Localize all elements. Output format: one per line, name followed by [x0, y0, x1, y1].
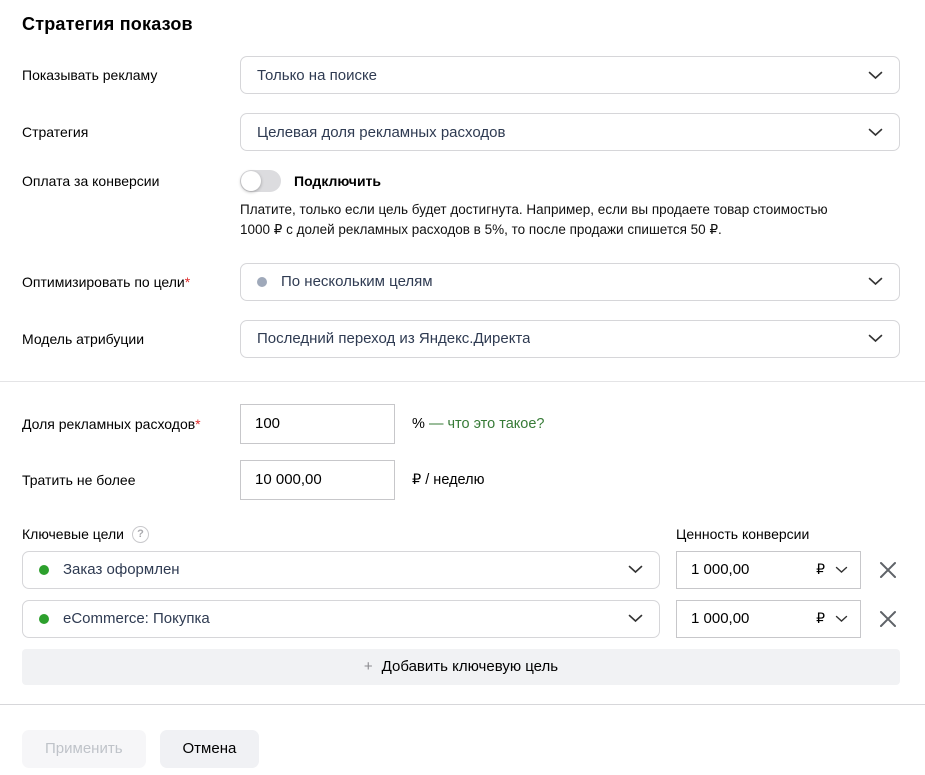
goal-select-2[interactable]: eCommerce: Покупка — [22, 600, 660, 638]
key-goals-label: Ключевые цели — [22, 526, 124, 542]
cost-share-unit: % — что это такое? — [412, 416, 544, 432]
pay-per-conversion-toggle[interactable] — [240, 170, 281, 192]
goal-value-field-1[interactable]: 1 000,00 ₽ — [676, 551, 861, 589]
weekly-limit-input[interactable] — [240, 460, 395, 500]
cancel-button[interactable]: Отмена — [160, 730, 260, 768]
pay-per-conversion-label: Оплата за конверсии — [22, 170, 240, 189]
show-ads-label: Показывать рекламу — [22, 67, 240, 83]
goal-name: Заказ оформлен — [63, 561, 180, 578]
weekly-limit-unit: ₽ / неделю — [412, 472, 484, 488]
show-ads-select[interactable]: Только на поиске — [240, 56, 900, 94]
attribution-label: Модель атрибуции — [22, 331, 240, 347]
apply-button[interactable]: Применить — [22, 730, 146, 768]
chevron-down-icon — [868, 277, 883, 286]
remove-goal-button[interactable] — [876, 606, 900, 632]
chevron-down-icon — [868, 128, 883, 137]
strategy-parameters-panel: Доля рекламных расходов* % — что это так… — [0, 382, 925, 685]
chevron-down-icon — [628, 565, 643, 574]
key-goal-row: eCommerce: Покупка 1 000,00 ₽ — [22, 600, 900, 638]
cost-share-label: Доля рекламных расходов* — [22, 416, 240, 432]
chevron-down-icon — [868, 71, 883, 80]
goal-value: 1 000,00 — [691, 610, 816, 627]
goal-value-field-2[interactable]: 1 000,00 ₽ — [676, 600, 861, 638]
strategy-select[interactable]: Целевая доля рекламных расходов — [240, 113, 900, 151]
optimize-goal-label: Оптимизировать по цели* — [22, 274, 240, 290]
toggle-label: Подключить — [294, 173, 381, 189]
currency-label: ₽ — [816, 561, 825, 578]
key-goals-header: Ключевые цели ? Ценность конверсии — [22, 526, 900, 543]
plus-icon: + — [364, 658, 373, 675]
optimize-goal-select[interactable]: По нескольким целям — [240, 263, 900, 301]
goal-value: 1 000,00 — [691, 561, 816, 578]
optimize-goal-value: По нескольким целям — [281, 273, 433, 290]
show-ads-row: Показывать рекламу Только на поиске — [22, 56, 900, 94]
chevron-down-icon — [628, 614, 643, 623]
weekly-limit-label: Тратить не более — [22, 472, 240, 488]
cost-share-row: Доля рекламных расходов* % — что это так… — [22, 404, 900, 444]
add-key-goal-button[interactable]: + Добавить ключевую цель — [22, 649, 900, 685]
strategy-settings-panel: Стратегия показов Показывать рекламу Тол… — [0, 14, 925, 358]
pay-per-conversion-row: Оплата за конверсии Подключить Платите, … — [22, 170, 900, 241]
goal-select-1[interactable]: Заказ оформлен — [22, 551, 660, 589]
what-is-it-link[interactable]: — что это такое? — [429, 416, 545, 432]
attribution-select[interactable]: Последний переход из Яндекс.Директа — [240, 320, 900, 358]
toggle-knob — [241, 171, 261, 191]
currency-label: ₽ — [816, 610, 825, 627]
key-goal-row: Заказ оформлен 1 000,00 ₽ — [22, 551, 900, 589]
goal-name: eCommerce: Покупка — [63, 610, 210, 627]
page-title: Стратегия показов — [22, 14, 900, 35]
remove-goal-button[interactable] — [876, 557, 900, 583]
goal-status-dot-icon — [39, 614, 49, 624]
cost-share-input[interactable] — [240, 404, 395, 444]
pay-per-conversion-description: Платите, только если цель будет достигну… — [240, 200, 852, 241]
attribution-row: Модель атрибуции Последний переход из Ян… — [22, 320, 900, 358]
help-icon[interactable]: ? — [132, 526, 149, 543]
currency-chevron-down-icon[interactable] — [835, 615, 848, 623]
optimize-goal-row: Оптимизировать по цели* По нескольким це… — [22, 263, 900, 301]
add-key-goal-label: Добавить ключевую цель — [382, 658, 558, 675]
required-asterisk: * — [195, 416, 200, 432]
strategy-label: Стратегия — [22, 124, 240, 140]
multi-goal-dot-icon — [257, 277, 267, 287]
conversion-value-header: Ценность конверсии — [676, 526, 809, 542]
show-ads-value: Только на поиске — [257, 67, 377, 84]
strategy-row: Стратегия Целевая доля рекламных расходо… — [22, 113, 900, 151]
currency-chevron-down-icon[interactable] — [835, 566, 848, 574]
chevron-down-icon — [868, 334, 883, 343]
goal-status-dot-icon — [39, 565, 49, 575]
required-asterisk: * — [185, 274, 190, 290]
footer-actions: Применить Отмена — [0, 705, 925, 768]
strategy-value: Целевая доля рекламных расходов — [257, 124, 505, 141]
attribution-value: Последний переход из Яндекс.Директа — [257, 330, 530, 347]
weekly-limit-row: Тратить не более ₽ / неделю — [22, 460, 900, 500]
